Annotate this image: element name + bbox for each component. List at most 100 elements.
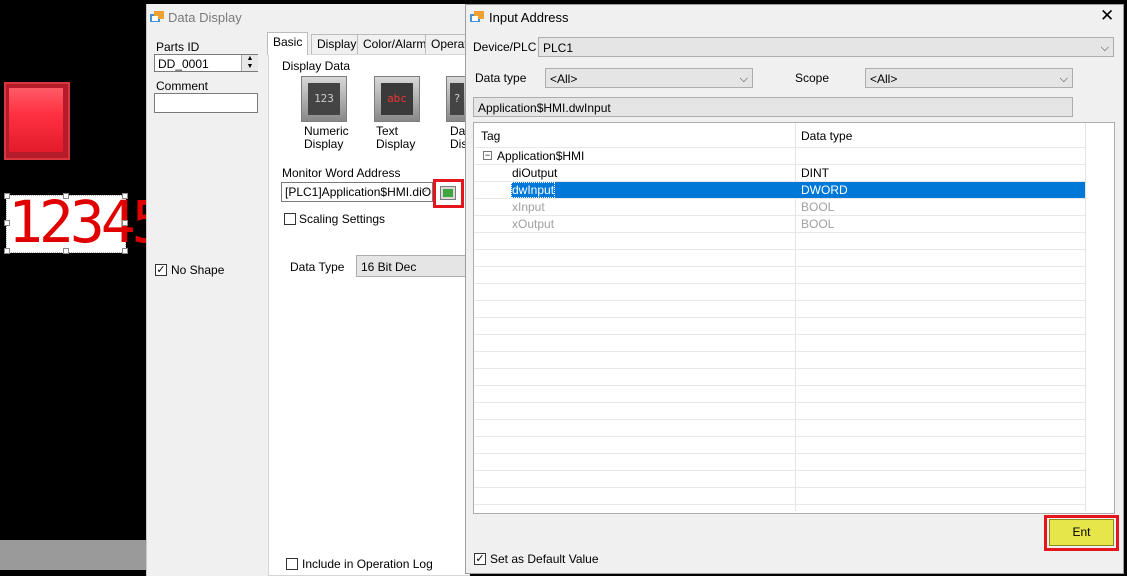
set-default-checkbox[interactable]: ✓ bbox=[474, 553, 486, 565]
grid-row-divider bbox=[474, 266, 1085, 267]
tag-cell: dwInput bbox=[510, 182, 556, 198]
no-shape-label: No Shape bbox=[171, 263, 225, 277]
device-plc-select[interactable]: PLC1 ⌵ bbox=[538, 37, 1114, 57]
data-type-select[interactable]: 16 Bit Dec bbox=[356, 255, 466, 277]
table-row[interactable]: diOutput DINT bbox=[511, 165, 1085, 181]
device-plc-value: PLC1 bbox=[543, 41, 574, 55]
tab-display[interactable]: Display bbox=[311, 34, 363, 54]
set-default-label: Set as Default Value bbox=[490, 552, 599, 566]
comment-field[interactable] bbox=[154, 93, 258, 113]
grid-row-divider bbox=[474, 317, 1085, 318]
scope-value: <All> bbox=[870, 72, 898, 86]
monitor-word-address-value: [PLC1]Application$HMI.diOu bbox=[285, 185, 433, 199]
grid-row-divider bbox=[474, 504, 1085, 505]
text-display-tile[interactable]: abc bbox=[374, 76, 420, 122]
canvas-status-strip bbox=[0, 540, 146, 570]
address-value: Application$HMI.dwInput bbox=[478, 101, 611, 115]
grid-row-divider bbox=[474, 232, 1085, 233]
tree-group-label[interactable]: Application$HMI bbox=[497, 149, 584, 163]
tab-basic[interactable]: Basic bbox=[267, 32, 309, 55]
address-field[interactable]: Application$HMI.dwInput bbox=[473, 97, 1073, 117]
numeric-display-tile[interactable]: 123 bbox=[301, 76, 347, 122]
data-type-filter-value: <All> bbox=[550, 72, 578, 86]
scaling-settings-label: Scaling Settings bbox=[299, 212, 386, 226]
parts-id-spinner[interactable]: ▲ ▼ bbox=[241, 55, 258, 71]
data-type-filter-select[interactable]: <All> ⌵ bbox=[545, 68, 753, 88]
keypad-icon bbox=[443, 189, 453, 197]
selection-handle[interactable] bbox=[4, 220, 10, 226]
input-address-title: Input Address bbox=[489, 10, 569, 25]
tag-cell: xOutput bbox=[512, 217, 555, 231]
selection-handle[interactable] bbox=[63, 248, 69, 254]
grid-row-divider bbox=[474, 402, 1085, 403]
scope-select[interactable]: <All> ⌵ bbox=[865, 68, 1073, 88]
monitor-word-address-field[interactable]: [PLC1]Application$HMI.diOu bbox=[281, 182, 433, 202]
text-display-icon: abc bbox=[381, 83, 413, 115]
tab-color-alarm[interactable]: Color/Alarm bbox=[357, 34, 433, 54]
red-lamp-face bbox=[9, 88, 63, 152]
numeric-display-icon: 123 bbox=[308, 83, 340, 115]
data-type-cell: DINT bbox=[801, 166, 829, 180]
display-data-label: Display Data bbox=[282, 59, 351, 73]
scope-label: Scope bbox=[795, 71, 830, 85]
data-type-value: 16 Bit Dec bbox=[361, 260, 417, 274]
grid-row-divider bbox=[474, 147, 1085, 148]
other-display-tile[interactable]: ? bbox=[446, 76, 466, 122]
grid-row-divider bbox=[474, 283, 1085, 284]
monitor-word-address-label: Monitor Word Address bbox=[282, 166, 401, 180]
address-picker-button[interactable] bbox=[440, 186, 456, 200]
selection-handle[interactable] bbox=[4, 193, 10, 199]
ent-button[interactable]: Ent bbox=[1049, 519, 1114, 546]
data-type-cell: BOOL bbox=[801, 200, 835, 214]
numeric-display-tile-label: Numeric Display bbox=[304, 125, 349, 151]
grid-row-divider bbox=[474, 334, 1085, 335]
data-type-cell: BOOL bbox=[801, 217, 835, 231]
grid-row-divider bbox=[474, 453, 1085, 454]
data-display-title: Data Display bbox=[168, 10, 242, 25]
include-operation-log-label: Include in Operation Log bbox=[302, 557, 433, 571]
text-display-tile-label: Text Display bbox=[376, 125, 415, 151]
text-tile-line2: Display bbox=[376, 137, 416, 151]
selection-handle[interactable] bbox=[122, 220, 128, 226]
numeric-display-value: 12345 bbox=[8, 188, 167, 256]
scaling-settings-checkbox[interactable] bbox=[284, 213, 296, 225]
data-type-filter-label: Data type bbox=[475, 71, 527, 85]
selection-handle[interactable] bbox=[4, 248, 10, 254]
grid-row-divider bbox=[474, 300, 1085, 301]
close-icon[interactable]: ✕ bbox=[1100, 7, 1114, 25]
grid-row-divider bbox=[474, 436, 1085, 437]
grid-row-divider bbox=[474, 249, 1085, 250]
app-icon bbox=[150, 11, 164, 22]
data-type-label: Data Type bbox=[290, 260, 345, 274]
comment-label: Comment bbox=[156, 79, 209, 93]
table-row[interactable]: xInput BOOL bbox=[511, 199, 1085, 215]
basic-tab-panel bbox=[268, 54, 470, 576]
chevron-down-icon: ⌵ bbox=[739, 73, 748, 85]
other-display-icon: ? bbox=[450, 83, 464, 115]
numeric-tile-line2: Display bbox=[304, 137, 344, 151]
grid-row-divider bbox=[474, 470, 1085, 471]
parts-id-value: DD_0001 bbox=[158, 57, 209, 71]
table-row[interactable]: xOutput BOOL bbox=[511, 216, 1085, 232]
grid-row-divider bbox=[474, 368, 1085, 369]
chevron-down-icon[interactable]: ⌵ bbox=[421, 184, 429, 195]
grid-header-tag[interactable]: Tag bbox=[481, 129, 500, 143]
table-row-selected[interactable]: dwInput DWORD bbox=[510, 182, 1085, 198]
parts-id-label: Parts ID bbox=[156, 40, 200, 54]
chevron-down-icon: ⌵ bbox=[1059, 73, 1068, 85]
grid-row-divider bbox=[474, 487, 1085, 488]
no-shape-checkbox[interactable]: ✓ bbox=[155, 264, 167, 276]
selection-handle[interactable] bbox=[122, 248, 128, 254]
grid-row-divider bbox=[474, 351, 1085, 352]
grid-header-data-type[interactable]: Data type bbox=[801, 129, 852, 143]
tag-cell: diOutput bbox=[512, 166, 558, 180]
selection-handle[interactable] bbox=[63, 193, 69, 199]
grid-row-divider bbox=[474, 385, 1085, 386]
tag-cell: xInput bbox=[512, 200, 545, 214]
app-icon bbox=[470, 11, 484, 22]
data-type-cell: DWORD bbox=[801, 183, 848, 197]
collapse-icon[interactable]: − bbox=[483, 151, 492, 160]
selection-handle[interactable] bbox=[122, 193, 128, 199]
grid-row-divider bbox=[474, 419, 1085, 420]
include-operation-log-checkbox[interactable] bbox=[286, 558, 298, 570]
